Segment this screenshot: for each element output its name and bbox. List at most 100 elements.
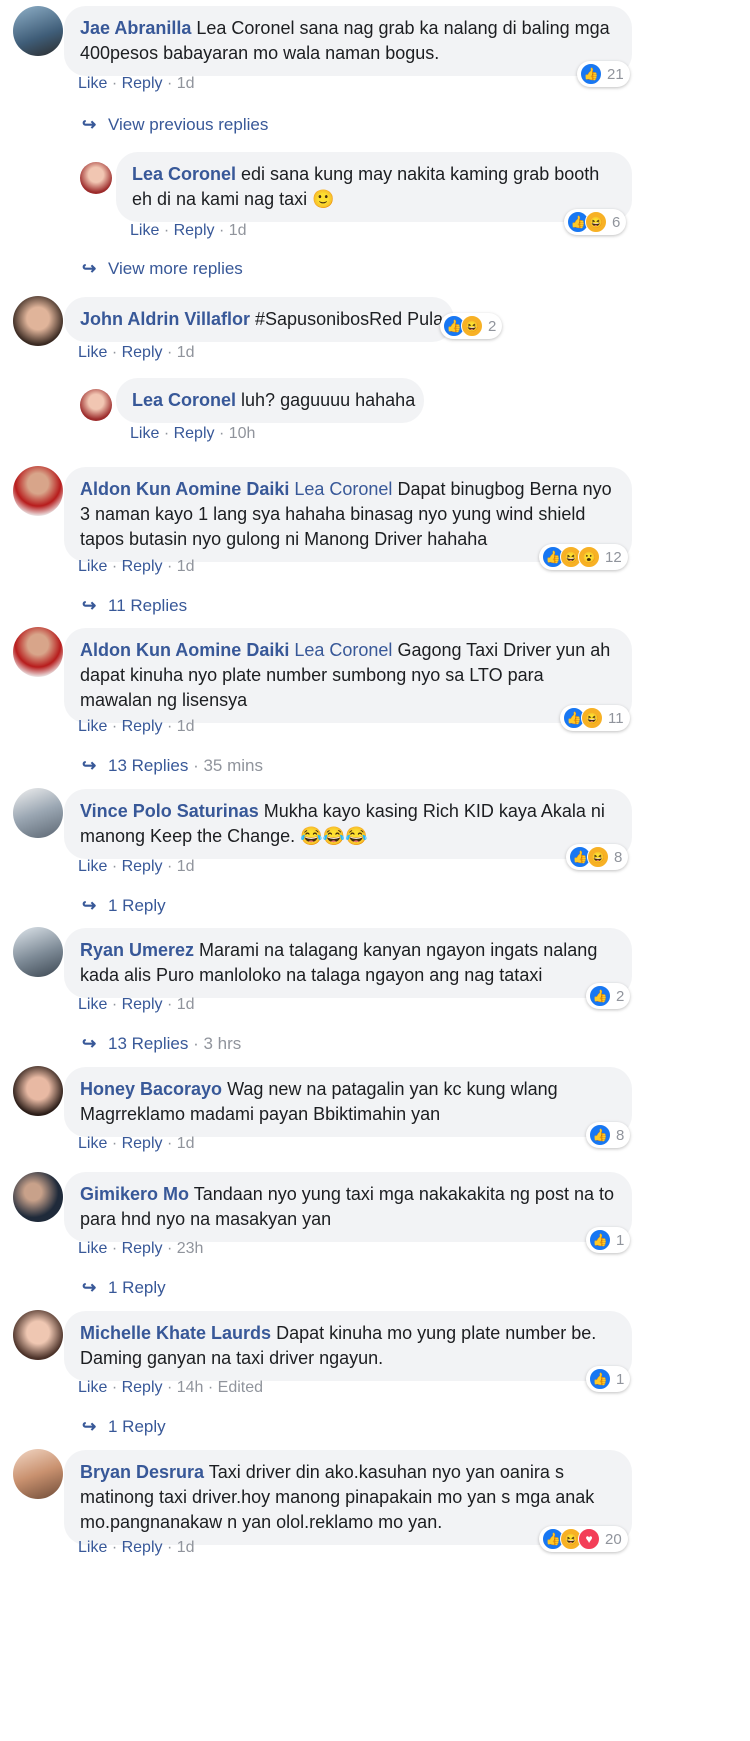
reply-arrow-icon: ↪ <box>82 1278 97 1297</box>
timestamp[interactable]: 23h <box>177 1240 204 1257</box>
reaction-summary[interactable]: 👍 2 <box>586 983 631 1009</box>
reply-link[interactable]: Reply <box>122 558 163 575</box>
reply-link[interactable]: Reply <box>174 222 215 239</box>
replies-link[interactable]: ↪ 13 Replies · 35 mins <box>82 755 263 777</box>
reply-arrow-icon: ↪ <box>82 1417 97 1436</box>
view-previous-replies[interactable]: ↪ View previous replies <box>82 114 268 136</box>
timestamp[interactable]: 1d <box>177 1135 195 1152</box>
replies-link[interactable]: ↪ 1 Reply <box>82 895 166 917</box>
comment-bubble: Lea Coronel edi sana kung may nakita kam… <box>116 152 632 222</box>
comment-bubble: John Aldrin Villaflor #SapusonibosRed Pu… <box>64 297 454 342</box>
reaction-summary[interactable]: 👍 😆 6 <box>564 209 627 235</box>
reply-link[interactable]: Reply <box>122 858 163 875</box>
comment-actions: Like · Reply · 10h <box>130 425 256 442</box>
replies-link[interactable]: ↪ 1 Reply <box>82 1277 166 1299</box>
avatar[interactable] <box>13 466 63 516</box>
avatar[interactable] <box>13 1310 63 1360</box>
timestamp[interactable]: 1d <box>177 858 195 875</box>
timestamp[interactable]: 1d <box>229 222 247 239</box>
reply-link[interactable]: Reply <box>122 1539 163 1556</box>
comment-bubble: Vince Polo Saturinas Mukha kayo kasing R… <box>64 789 632 859</box>
commenter-name[interactable]: Bryan Desrura <box>80 1462 204 1482</box>
avatar[interactable] <box>13 6 63 56</box>
edited-label[interactable]: Edited <box>218 1379 263 1396</box>
reaction-summary[interactable]: 👍 😆 ♥ 20 <box>539 1526 628 1552</box>
commenter-name[interactable]: John Aldrin Villaflor <box>80 309 250 329</box>
reaction-summary[interactable]: 👍 😆 😮 12 <box>539 544 628 570</box>
avatar[interactable] <box>80 389 112 421</box>
avatar[interactable] <box>13 296 63 346</box>
reaction-count: 20 <box>605 1530 622 1548</box>
replies-link[interactable]: ↪ 13 Replies · 3 hrs <box>82 1033 241 1055</box>
avatar[interactable] <box>13 1449 63 1499</box>
reaction-count: 2 <box>616 987 625 1005</box>
timestamp[interactable]: 1d <box>177 996 195 1013</box>
reaction-count: 21 <box>607 65 624 83</box>
reply-link[interactable]: Reply <box>122 75 163 92</box>
avatar[interactable] <box>13 1066 63 1116</box>
reply-link[interactable]: Reply <box>122 1135 163 1152</box>
avatar[interactable] <box>80 162 112 194</box>
reply-link[interactable]: Reply <box>122 996 163 1013</box>
like-link[interactable]: Like <box>78 718 107 735</box>
timestamp[interactable]: 14h <box>177 1379 204 1396</box>
commenter-name[interactable]: Lea Coronel <box>132 164 236 184</box>
reaction-summary[interactable]: 👍 1 <box>586 1366 631 1392</box>
like-link[interactable]: Like <box>78 996 107 1013</box>
timestamp[interactable]: 1d <box>177 1539 195 1556</box>
reaction-summary[interactable]: 👍 8 <box>586 1122 631 1148</box>
avatar[interactable] <box>13 1172 63 1222</box>
like-link[interactable]: Like <box>78 344 107 361</box>
reply-link[interactable]: Reply <box>122 1379 163 1396</box>
like-link[interactable]: Like <box>78 75 107 92</box>
reply-link[interactable]: Reply <box>122 718 163 735</box>
avatar[interactable] <box>13 927 63 977</box>
like-link[interactable]: Like <box>78 1379 107 1396</box>
commenter-name[interactable]: Aldon Kun Aomine Daiki <box>80 479 289 499</box>
commenter-name[interactable]: Michelle Khate Laurds <box>80 1323 271 1343</box>
timestamp[interactable]: 1d <box>177 718 195 735</box>
commenter-name[interactable]: Honey Bacorayo <box>80 1079 222 1099</box>
timestamp[interactable]: 1d <box>177 344 195 361</box>
reaction-summary[interactable]: 👍 😆 2 <box>440 313 503 339</box>
comment-bubble: Ryan Umerez Marami na talagang kanyan ng… <box>64 928 632 998</box>
reaction-count: 8 <box>616 1126 625 1144</box>
reply-link[interactable]: Reply <box>122 344 163 361</box>
reaction-summary[interactable]: 👍 😆 11 <box>560 705 630 731</box>
commenter-name[interactable]: Lea Coronel <box>132 390 236 410</box>
haha-icon: 😆 <box>581 707 603 729</box>
timestamp[interactable]: 10h <box>229 425 256 442</box>
like-link[interactable]: Like <box>78 858 107 875</box>
avatar[interactable] <box>13 788 63 838</box>
like-link[interactable]: Like <box>78 1135 107 1152</box>
mention-link[interactable]: Lea Coronel <box>294 640 392 660</box>
reaction-summary[interactable]: 👍 1 <box>586 1227 631 1253</box>
reply-link[interactable]: Reply <box>122 1240 163 1257</box>
comment-actions: Like · Reply · 1d <box>78 718 195 735</box>
like-link[interactable]: Like <box>78 558 107 575</box>
like-link[interactable]: Like <box>78 1240 107 1257</box>
like-link[interactable]: Like <box>78 1539 107 1556</box>
mention-link[interactable]: Lea Coronel <box>294 479 392 499</box>
reaction-summary[interactable]: 👍 😆 8 <box>566 844 629 870</box>
timestamp[interactable]: 1d <box>177 75 195 92</box>
view-more-replies[interactable]: ↪ View more replies <box>82 258 243 280</box>
commenter-name[interactable]: Vince Polo Saturinas <box>80 801 259 821</box>
commenter-name[interactable]: Aldon Kun Aomine Daiki <box>80 640 289 660</box>
avatar[interactable] <box>13 627 63 677</box>
reply-arrow-icon: ↪ <box>82 259 97 278</box>
replies-link[interactable]: ↪ 11 Replies <box>82 595 187 617</box>
timestamp[interactable]: 1d <box>177 558 195 575</box>
reaction-count: 1 <box>616 1370 625 1388</box>
like-link[interactable]: Like <box>130 425 159 442</box>
replies-link[interactable]: ↪ 1 Reply <box>82 1416 166 1438</box>
commenter-name[interactable]: Jae Abranilla <box>80 18 191 38</box>
like-link[interactable]: Like <box>130 222 159 239</box>
commenter-name[interactable]: Ryan Umerez <box>80 940 194 960</box>
reply-time: 3 hrs <box>203 1034 242 1053</box>
commenter-name[interactable]: Gimikero Mo <box>80 1184 189 1204</box>
like-icon: 👍 <box>589 1229 611 1251</box>
wow-icon: 😮 <box>578 546 600 568</box>
reply-link[interactable]: Reply <box>174 425 215 442</box>
reaction-summary[interactable]: 👍 21 <box>577 61 630 87</box>
